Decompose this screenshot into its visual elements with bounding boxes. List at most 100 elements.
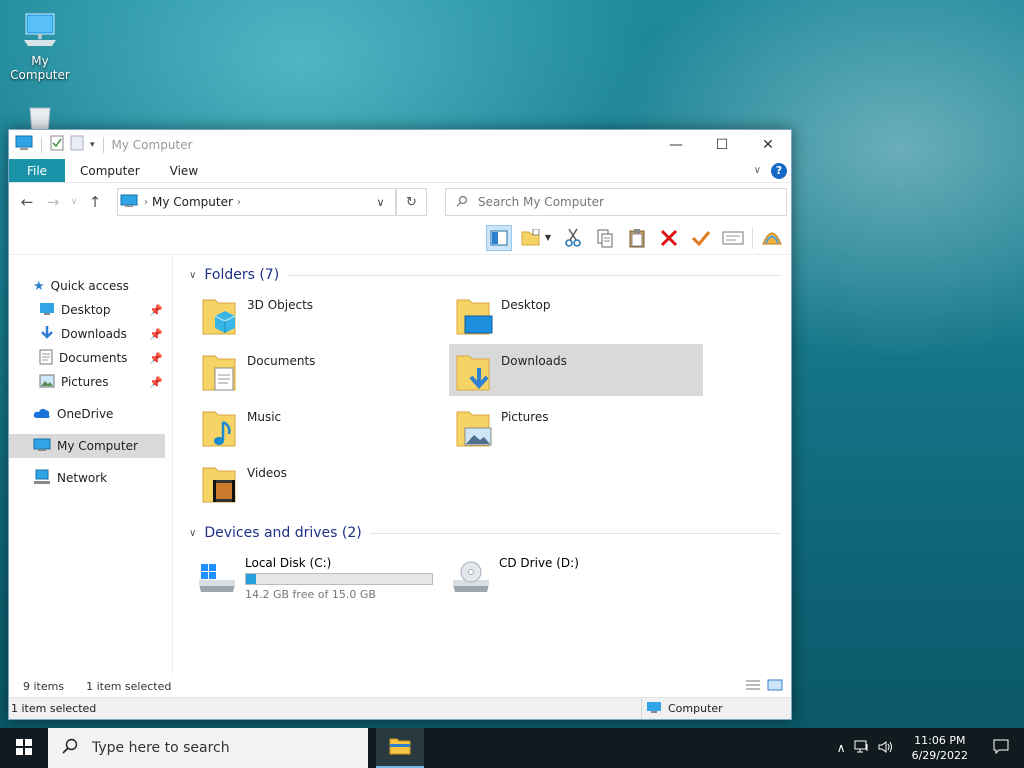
folder-name: Downloads: [501, 354, 567, 368]
properties-card-icon[interactable]: [720, 225, 746, 251]
folders-section-header[interactable]: ∨ Folders (7): [183, 262, 791, 288]
shell-icon[interactable]: [759, 225, 785, 251]
breadcrumb-chevron-icon[interactable]: ›: [237, 197, 241, 208]
nav-label: Pictures: [61, 375, 109, 389]
tab-file[interactable]: File: [9, 159, 65, 182]
section-title: Devices and drives (2): [204, 525, 362, 541]
drive-local-disk-c[interactable]: Local Disk (C:) 14.2 GB free of 15.0 GB: [189, 550, 443, 607]
nav-my-computer[interactable]: My Computer: [9, 434, 165, 458]
document-icon: [39, 349, 53, 368]
back-arrow-icon[interactable]: ←: [17, 193, 37, 211]
file-explorer-icon: [389, 737, 411, 758]
taskbar-search-box[interactable]: Type here to search: [48, 728, 368, 768]
pin-icon[interactable]: 📌: [149, 328, 163, 341]
collapse-icon[interactable]: ∨: [189, 270, 196, 281]
show-hidden-icons-icon[interactable]: ∧: [837, 741, 846, 755]
folder-pictures[interactable]: Pictures: [449, 400, 703, 452]
cd-drive-icon: [449, 556, 493, 601]
ribbon-tabs: File Computer View ∨ ?: [9, 159, 791, 183]
folder-downloads[interactable]: Downloads: [449, 344, 703, 396]
nav-pictures[interactable]: Pictures 📌: [9, 370, 165, 394]
address-bar[interactable]: › My Computer › ∨: [117, 188, 397, 216]
expand-ribbon-icon[interactable]: ∨: [754, 165, 761, 176]
nav-quick-access[interactable]: ★ Quick access: [9, 274, 165, 298]
refresh-button[interactable]: ↻: [397, 188, 427, 216]
desktop-icon-my-computer[interactable]: My Computer: [0, 10, 80, 82]
nav-label: Downloads: [61, 327, 127, 341]
nav-documents[interactable]: Documents 📌: [9, 346, 165, 370]
folder-music[interactable]: Music: [195, 400, 449, 452]
minimize-button[interactable]: —: [653, 130, 699, 159]
customize-qat-icon[interactable]: ▾: [90, 140, 95, 150]
explorer-body: ★ Quick access Desktop 📌 Downloads 📌 Doc…: [9, 256, 791, 675]
drives-section-header[interactable]: ∨ Devices and drives (2): [183, 520, 791, 546]
search-placeholder: Search My Computer: [478, 195, 604, 209]
volume-icon[interactable]: [878, 740, 894, 757]
folder-documents[interactable]: Documents: [195, 344, 449, 396]
nav-network[interactable]: Network: [9, 466, 165, 490]
properties-icon[interactable]: [50, 135, 64, 154]
pin-icon[interactable]: 📌: [149, 304, 163, 317]
folder-name: Desktop: [501, 298, 551, 312]
nav-label: Network: [57, 471, 108, 485]
close-button[interactable]: ✕: [745, 130, 791, 159]
clock[interactable]: 11:06 PM 6/29/2022: [912, 733, 968, 763]
details-bar: 1 item selected Computer: [9, 697, 791, 719]
clock-date: 6/29/2022: [911, 749, 968, 762]
paste-icon[interactable]: [624, 225, 650, 251]
nav-label: Documents: [59, 351, 128, 365]
drive-cd-d[interactable]: CD Drive (D:): [443, 550, 697, 607]
windows-logo-icon: [16, 738, 32, 758]
delete-icon[interactable]: [656, 225, 682, 251]
tab-view[interactable]: View: [155, 159, 213, 182]
action-center-button[interactable]: [986, 739, 1016, 757]
copy-icon[interactable]: [592, 225, 618, 251]
search-input[interactable]: Search My Computer: [445, 188, 787, 216]
desktop-icon: [39, 302, 55, 319]
drive-name: Local Disk (C:): [245, 556, 332, 570]
desktop-icon-label: My Computer: [10, 54, 70, 82]
drive-usage-bar: [245, 573, 433, 585]
pin-icon[interactable]: 📌: [149, 376, 163, 389]
folder-name: Music: [247, 410, 282, 424]
title-bar[interactable]: ▾ My Computer — ☐ ✕: [9, 130, 791, 159]
nav-downloads[interactable]: Downloads 📌: [9, 322, 165, 346]
cut-icon[interactable]: [560, 225, 586, 251]
network-status-icon[interactable]: [854, 740, 870, 757]
new-folder-button[interactable]: ▼: [518, 225, 554, 251]
folder-3d-objects[interactable]: 3D Objects: [195, 288, 449, 340]
collapse-icon[interactable]: ∨: [189, 528, 196, 539]
drive-name: CD Drive (D:): [499, 556, 579, 570]
details-view-icon[interactable]: [745, 679, 761, 694]
folder-videos[interactable]: Videos: [195, 456, 449, 508]
nav-onedrive[interactable]: OneDrive: [9, 402, 165, 426]
breadcrumb-chevron-icon[interactable]: ›: [144, 197, 148, 208]
section-title: Folders (7): [204, 267, 280, 283]
up-arrow-icon[interactable]: ↑: [85, 193, 105, 211]
nav-desktop[interactable]: Desktop 📌: [9, 298, 165, 322]
large-icons-view-icon[interactable]: [767, 679, 783, 694]
maximize-button[interactable]: ☐: [699, 130, 745, 159]
navigation-bar: ← → ∨ ↑ › My Computer › ∨ ↻ Search My Co…: [9, 183, 791, 221]
rename-check-icon[interactable]: [688, 225, 714, 251]
new-folder-icon[interactable]: [70, 135, 84, 154]
network-icon: [33, 469, 51, 488]
recent-locations-icon[interactable]: ∨: [69, 197, 79, 207]
taskbar-file-explorer[interactable]: [376, 728, 424, 768]
navigation-pane-button[interactable]: [486, 224, 512, 251]
breadcrumb[interactable]: My Computer: [152, 195, 233, 209]
start-button[interactable]: [0, 728, 48, 768]
videos-folder-icon: [201, 462, 239, 509]
documents-folder-icon: [201, 350, 239, 397]
help-icon[interactable]: ?: [771, 162, 787, 179]
forward-arrow-icon[interactable]: →: [43, 193, 63, 211]
status-bar: 9 items 1 item selected: [9, 675, 791, 697]
drive-free-space: 14.2 GB free of 15.0 GB: [245, 588, 376, 601]
navigation-pane: ★ Quick access Desktop 📌 Downloads 📌 Doc…: [9, 256, 165, 675]
zone-indicator: Computer: [641, 698, 791, 719]
music-folder-icon: [201, 406, 239, 453]
folder-desktop[interactable]: Desktop: [449, 288, 703, 340]
address-dropdown-icon[interactable]: ∨: [366, 189, 396, 215]
pin-icon[interactable]: 📌: [149, 352, 163, 365]
tab-computer[interactable]: Computer: [65, 159, 155, 182]
